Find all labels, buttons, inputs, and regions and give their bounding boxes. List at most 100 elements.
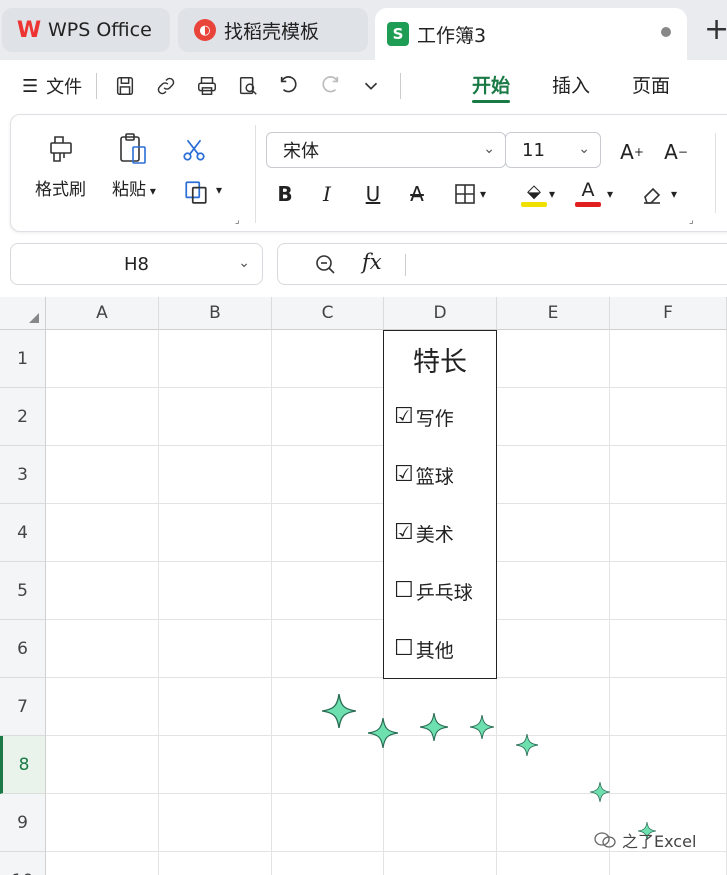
cell-f4[interactable] (610, 504, 727, 562)
cell-a3[interactable] (46, 446, 159, 504)
cell-d9[interactable] (384, 794, 497, 852)
checkbox-item[interactable]: ☑ 篮球 (383, 446, 497, 505)
cell-c1[interactable] (272, 330, 384, 388)
column-header-d[interactable]: D (384, 297, 497, 330)
cell-a4[interactable] (46, 504, 159, 562)
font-size-select[interactable]: 11 ⌄ (505, 132, 601, 168)
clear-format-button[interactable] (637, 177, 667, 211)
undo-icon[interactable] (275, 72, 303, 100)
cell-c3[interactable] (272, 446, 384, 504)
cell-f5[interactable] (610, 562, 727, 620)
row-header-1[interactable]: 1 (0, 330, 46, 388)
cell-e7[interactable] (497, 678, 610, 736)
cut-scissors-icon[interactable] (181, 137, 207, 163)
cell-d8[interactable] (384, 736, 497, 794)
redo-icon[interactable] (316, 72, 344, 100)
print-preview-icon[interactable] (234, 72, 262, 100)
select-all-corner[interactable] (0, 297, 46, 330)
checked-box-icon[interactable]: ☑ (394, 406, 414, 428)
column-header-a[interactable]: A (46, 297, 159, 330)
cell-c4[interactable] (272, 504, 384, 562)
unchecked-box-icon[interactable]: ☐ (394, 580, 414, 602)
cell-f7[interactable] (610, 678, 727, 736)
chevron-down-icon[interactable]: ▾ (607, 187, 613, 201)
cell-b9[interactable] (159, 794, 272, 852)
cell-f10[interactable] (610, 852, 727, 875)
print-icon[interactable] (193, 72, 221, 100)
column-header-c[interactable]: C (272, 297, 384, 330)
checked-box-icon[interactable]: ☑ (394, 522, 414, 544)
cell-c2[interactable] (272, 388, 384, 446)
cell-c6[interactable] (272, 620, 384, 678)
tab-wps-office[interactable]: W WPS Office (2, 8, 170, 52)
paste-button[interactable]: 粘贴 ▾ (112, 131, 156, 200)
row-header-9[interactable]: 9 (0, 794, 46, 852)
chevron-down-icon[interactable]: ▾ (671, 187, 677, 201)
tab-page[interactable]: 页面 (632, 60, 670, 112)
file-menu[interactable]: ☰ 文件 (22, 73, 82, 99)
cell-e5[interactable] (497, 562, 610, 620)
cell-b6[interactable] (159, 620, 272, 678)
cell-a7[interactable] (46, 678, 159, 736)
column-header-f[interactable]: F (610, 297, 727, 330)
row-header-8[interactable]: 8 (0, 736, 46, 794)
copy-icon[interactable] (183, 179, 209, 205)
tab-insert[interactable]: 插入 (552, 60, 590, 112)
cell-b5[interactable] (159, 562, 272, 620)
unsaved-dot-icon[interactable] (661, 27, 671, 37)
format-painter-button[interactable]: 格式刷 (35, 131, 86, 200)
cell-c5[interactable] (272, 562, 384, 620)
row-header-3[interactable]: 3 (0, 446, 46, 504)
cell-b4[interactable] (159, 504, 272, 562)
cell-f6[interactable] (610, 620, 727, 678)
row-header-5[interactable]: 5 (0, 562, 46, 620)
decrease-font-icon[interactable]: A − (659, 135, 693, 169)
fx-icon[interactable]: fx (362, 250, 382, 274)
column-header-e[interactable]: E (497, 297, 610, 330)
cell-b2[interactable] (159, 388, 272, 446)
italic-button[interactable]: I (313, 177, 341, 211)
chevron-down-icon[interactable]: ▾ (216, 183, 222, 197)
cell-a5[interactable] (46, 562, 159, 620)
cell-a8[interactable] (46, 736, 159, 794)
dialog-launcher-icon[interactable]: ⌟ (235, 215, 240, 226)
cell-a6[interactable] (46, 620, 159, 678)
checkbox-item[interactable]: ☐ 乒乓球 (383, 562, 497, 621)
save-icon[interactable] (111, 72, 139, 100)
share-link-icon[interactable] (152, 72, 180, 100)
cell-a2[interactable] (46, 388, 159, 446)
cell-c9[interactable] (272, 794, 384, 852)
strikethrough-button[interactable]: A (403, 177, 431, 211)
row-header-2[interactable]: 2 (0, 388, 46, 446)
increase-font-icon[interactable]: A + (615, 135, 649, 169)
row-header-6[interactable]: 6 (0, 620, 46, 678)
tab-home[interactable]: 开始 (472, 60, 511, 112)
cell-b10[interactable] (159, 852, 272, 875)
row-header-10[interactable]: 10 (0, 852, 46, 875)
bold-button[interactable]: B (271, 177, 299, 211)
checkbox-item[interactable]: ☑ 美术 (383, 504, 497, 563)
dialog-launcher-icon[interactable]: ⌟ (689, 215, 694, 226)
cell-f3[interactable] (610, 446, 727, 504)
cell-f8[interactable] (610, 736, 727, 794)
cell-a1[interactable] (46, 330, 159, 388)
formula-bar[interactable]: fx (277, 243, 727, 285)
zoom-icon[interactable] (314, 253, 336, 279)
cell-f1[interactable] (610, 330, 727, 388)
cell-b1[interactable] (159, 330, 272, 388)
cell-a9[interactable] (46, 794, 159, 852)
chevron-down-icon[interactable] (357, 72, 385, 100)
checkbox-item[interactable]: ☐ 其他 (383, 620, 497, 679)
cell-e6[interactable] (497, 620, 610, 678)
underline-button[interactable]: U (359, 177, 387, 211)
cell-f2[interactable] (610, 388, 727, 446)
chevron-down-icon[interactable]: ▾ (549, 187, 555, 201)
borders-button[interactable]: ▾ (447, 177, 493, 211)
cell-d10[interactable] (384, 852, 497, 875)
cell-a10[interactable] (46, 852, 159, 875)
column-header-b[interactable]: B (159, 297, 272, 330)
font-color-button[interactable]: A (573, 177, 603, 211)
cell-e3[interactable] (497, 446, 610, 504)
row-header-4[interactable]: 4 (0, 504, 46, 562)
row-header-7[interactable]: 7 (0, 678, 46, 736)
